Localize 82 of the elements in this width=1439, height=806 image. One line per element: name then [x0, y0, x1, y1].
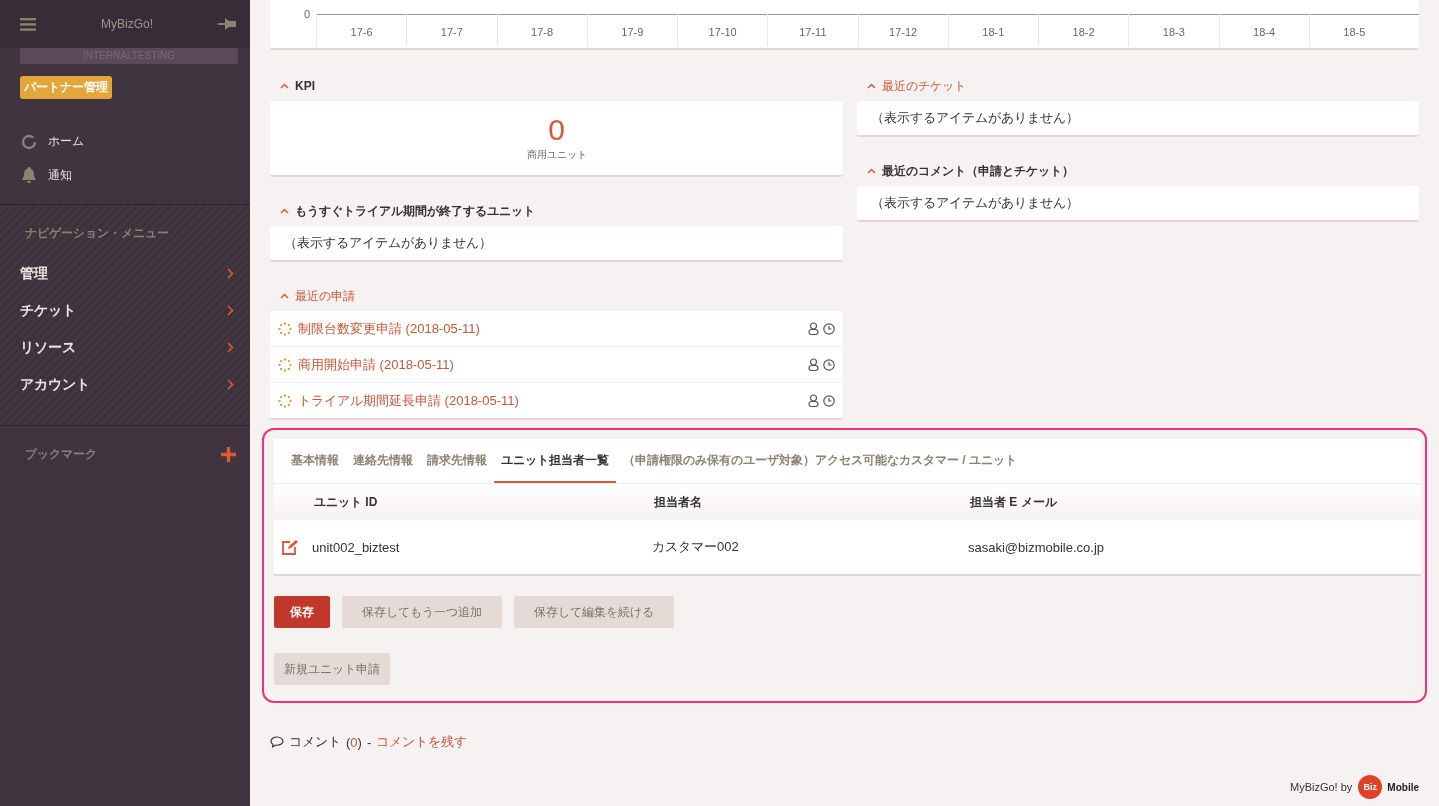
- save-button[interactable]: 保存: [274, 596, 330, 628]
- chevron-up-icon[interactable]: [867, 83, 876, 89]
- new-unit-button[interactable]: 新規ユニット申請: [274, 653, 390, 685]
- axis-tick-label: 17-6: [350, 26, 373, 38]
- axis-tick-label: 18-2: [1072, 26, 1095, 38]
- tab[interactable]: 請求先情報: [420, 439, 494, 483]
- comments-label: コメント: [289, 733, 341, 751]
- chevron-up-icon[interactable]: [280, 293, 289, 299]
- nav-item[interactable]: 管理: [0, 255, 250, 292]
- clock-icon: [823, 358, 835, 371]
- comment-count: (0): [346, 734, 362, 750]
- plus-icon[interactable]: [221, 447, 236, 462]
- section-title: 最近のチケット: [882, 77, 966, 95]
- bell-icon: [21, 167, 37, 184]
- section-title: もうすぐトライアル期間が終了するユニット: [295, 202, 535, 220]
- bookmarks-heading: ブックマーク: [25, 446, 97, 463]
- axis-tick-label: 18-4: [1253, 26, 1276, 38]
- role-badge: パートナー管理: [20, 76, 112, 99]
- sidebar-item[interactable]: 通知: [0, 167, 250, 184]
- spinner-icon: [278, 321, 292, 336]
- speech-bubble-icon: [270, 736, 284, 748]
- section-title: KPI: [295, 79, 315, 93]
- secondary-button[interactable]: 保存してもう一つ追加: [342, 596, 502, 628]
- footer-text: MyBizGo! by: [1289, 781, 1353, 793]
- clock-icon: [823, 322, 835, 335]
- tab[interactable]: 連絡先情報: [346, 439, 420, 483]
- tab[interactable]: 基本情報: [284, 439, 346, 483]
- table-cell-text: カスタマー002: [652, 538, 740, 556]
- column-header: ユニット ID: [313, 493, 379, 511]
- separator-text: -: [366, 734, 372, 750]
- section-title: 最近のコメント（申請とチケット）: [882, 162, 1074, 180]
- user-icon: [808, 358, 819, 371]
- spinner-icon: [278, 393, 292, 408]
- chevron-up-icon[interactable]: [867, 168, 876, 174]
- menu-icon[interactable]: [20, 17, 36, 31]
- axis-tick-label: 17-9: [621, 26, 644, 38]
- axis-tick-label: 0: [302, 8, 311, 20]
- sidebar-item[interactable]: ホーム: [0, 133, 250, 150]
- ring-icon: [21, 133, 37, 150]
- user-icon: [808, 322, 819, 335]
- request-link[interactable]: トライアル期間延長申請 (2018-05-11): [298, 391, 519, 410]
- pin-icon[interactable]: [218, 18, 236, 30]
- edit-icon[interactable]: [282, 539, 298, 555]
- nav-item[interactable]: チケット: [0, 292, 250, 329]
- request-link[interactable]: 商用開始申請 (2018-05-11): [298, 355, 454, 374]
- table-cell-text: unit002_biztest: [312, 539, 401, 555]
- request-link[interactable]: 制限台数変更申請 (2018-05-11): [298, 319, 480, 338]
- axis-tick-label: 17-12: [889, 26, 918, 38]
- clock-icon: [823, 394, 835, 407]
- table-cell-text: sasaki@bizmobile.co.jp: [968, 539, 1106, 555]
- secondary-button[interactable]: 保存して編集を続ける: [514, 596, 674, 628]
- axis-tick-label: 18-3: [1162, 26, 1185, 38]
- empty-message: （表示するアイテムがありません）: [270, 226, 843, 262]
- chevron-right-icon: [227, 305, 234, 316]
- axis-tick-label: 17-7: [440, 26, 463, 38]
- column-header: 担当者 E メール: [970, 493, 1058, 511]
- chevron-right-icon: [227, 379, 234, 390]
- spinner-icon: [278, 357, 292, 372]
- axis-tick-label: 18-1: [982, 26, 1005, 38]
- logo-text: Mobile: [1387, 781, 1419, 793]
- chevron-up-icon[interactable]: [280, 83, 289, 89]
- section-title: 最近の申請: [295, 287, 355, 305]
- axis-tick-label: 17-10: [708, 26, 737, 38]
- kpi-value: 0: [548, 114, 565, 146]
- nav-item[interactable]: リソース: [0, 329, 250, 366]
- app-title: MyBizGo!: [101, 17, 153, 31]
- tab[interactable]: （申請権限のみ保有のユーザ対象）アクセス可能なカスタマー / ユニット: [616, 439, 1024, 483]
- chevron-right-icon: [227, 268, 234, 279]
- empty-message: （表示するアイテムがありません）: [857, 186, 1419, 222]
- kpi-label: 商用ユニット: [526, 148, 587, 162]
- leave-comment-link[interactable]: コメントを残す: [376, 733, 468, 751]
- axis-tick-label: 18-5: [1343, 26, 1366, 38]
- nav-heading: ナビゲーション・メニュー: [24, 225, 170, 242]
- logo-badge: Biz: [1358, 775, 1383, 799]
- axis-tick-label: 17-11: [799, 26, 827, 38]
- axis-tick-label: 17-8: [531, 26, 554, 38]
- user-icon: [808, 394, 819, 407]
- nav-item[interactable]: アカウント: [0, 366, 250, 403]
- column-header: 担当者名: [654, 493, 703, 511]
- empty-message: （表示するアイテムがありません）: [857, 101, 1419, 137]
- chevron-right-icon: [227, 342, 234, 353]
- chevron-up-icon[interactable]: [280, 208, 289, 214]
